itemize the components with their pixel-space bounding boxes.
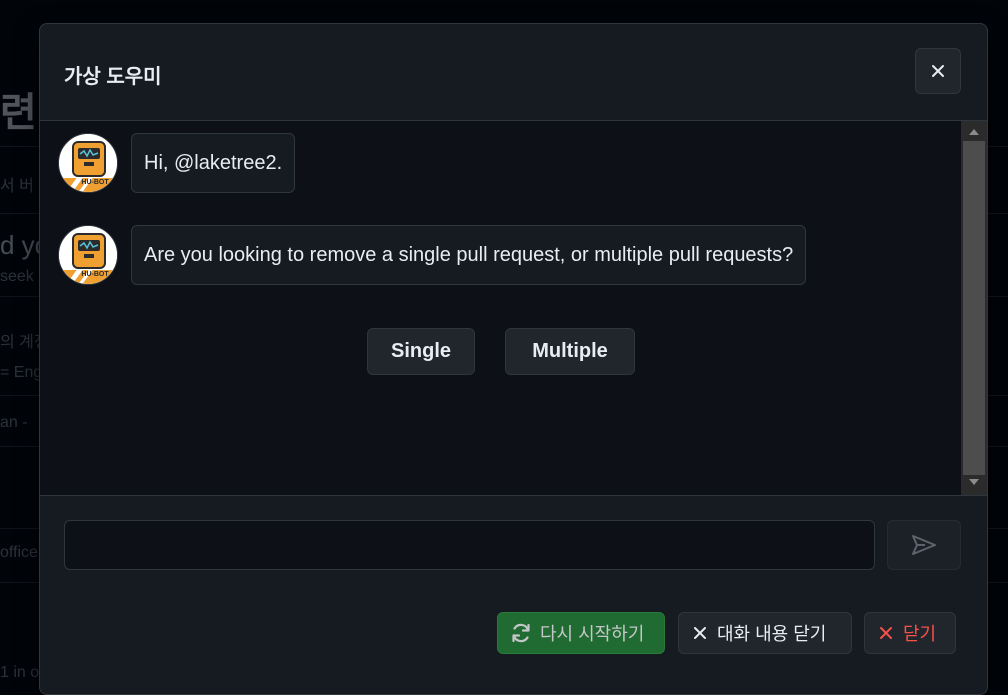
dialog-title: 가상 도우미: [64, 66, 162, 88]
scroll-up-arrow-icon[interactable]: [969, 129, 979, 135]
message-bubble: Are you looking to remove a single pull …: [131, 225, 807, 285]
close-icon: [932, 65, 944, 77]
chat-transcript[interactable]: HU-BOT Hi, @laketree2. HU-BOT Are you lo…: [40, 121, 961, 495]
refresh-icon: [512, 623, 530, 643]
svg-text:HU-BOT: HU-BOT: [81, 271, 109, 278]
close-conversation-button[interactable]: 대화 내용 닫기: [678, 612, 852, 654]
scrollbar-thumb[interactable]: [963, 141, 985, 475]
dialog-close-button[interactable]: [915, 48, 961, 94]
send-icon: [912, 535, 936, 555]
close-button[interactable]: 닫기: [864, 612, 956, 654]
x-icon: [694, 627, 706, 639]
bg-heading-fragment: 련: [0, 91, 37, 135]
bg-text-fragment: 1 in o: [0, 664, 40, 681]
restart-label: 다시 시작하기: [540, 624, 645, 644]
close-label: 닫기: [903, 624, 937, 644]
scroll-down-arrow-icon[interactable]: [969, 479, 979, 485]
bg-text-fragment: office: [0, 544, 38, 561]
choice-single-button[interactable]: Single: [367, 328, 475, 375]
x-icon: [880, 627, 892, 639]
clear-label: 대화 내용 닫기: [717, 624, 827, 644]
bg-text-fragment: an -: [0, 414, 28, 431]
bot-avatar: HU-BOT: [58, 225, 118, 285]
message-composer: 다시 시작하기 대화 내용 닫기 닫기: [40, 495, 987, 694]
chat-scrollbar[interactable]: [961, 121, 987, 495]
restart-conversation-button[interactable]: 다시 시작하기: [497, 612, 665, 654]
bg-text-fragment: 서 버: [0, 178, 34, 195]
dialog-header: 가상 도우미: [40, 24, 987, 121]
choice-multiple-button[interactable]: Multiple: [505, 328, 635, 375]
robot-icon: HU-BOT: [59, 226, 117, 284]
bg-text-fragment: seek: [0, 268, 34, 285]
message-input[interactable]: [64, 520, 875, 570]
virtual-assistant-dialog: 가상 도우미 HU-BOT Hi, @laketree2. HU-BOT Are…: [39, 23, 988, 695]
send-button[interactable]: [887, 520, 961, 570]
robot-icon: HU-BOT: [59, 134, 117, 192]
message-bubble: Hi, @laketree2.: [131, 133, 296, 193]
bg-text-fragment: = Eng: [0, 364, 43, 381]
svg-text:HU-BOT: HU-BOT: [81, 179, 109, 186]
bot-avatar: HU-BOT: [58, 133, 118, 193]
